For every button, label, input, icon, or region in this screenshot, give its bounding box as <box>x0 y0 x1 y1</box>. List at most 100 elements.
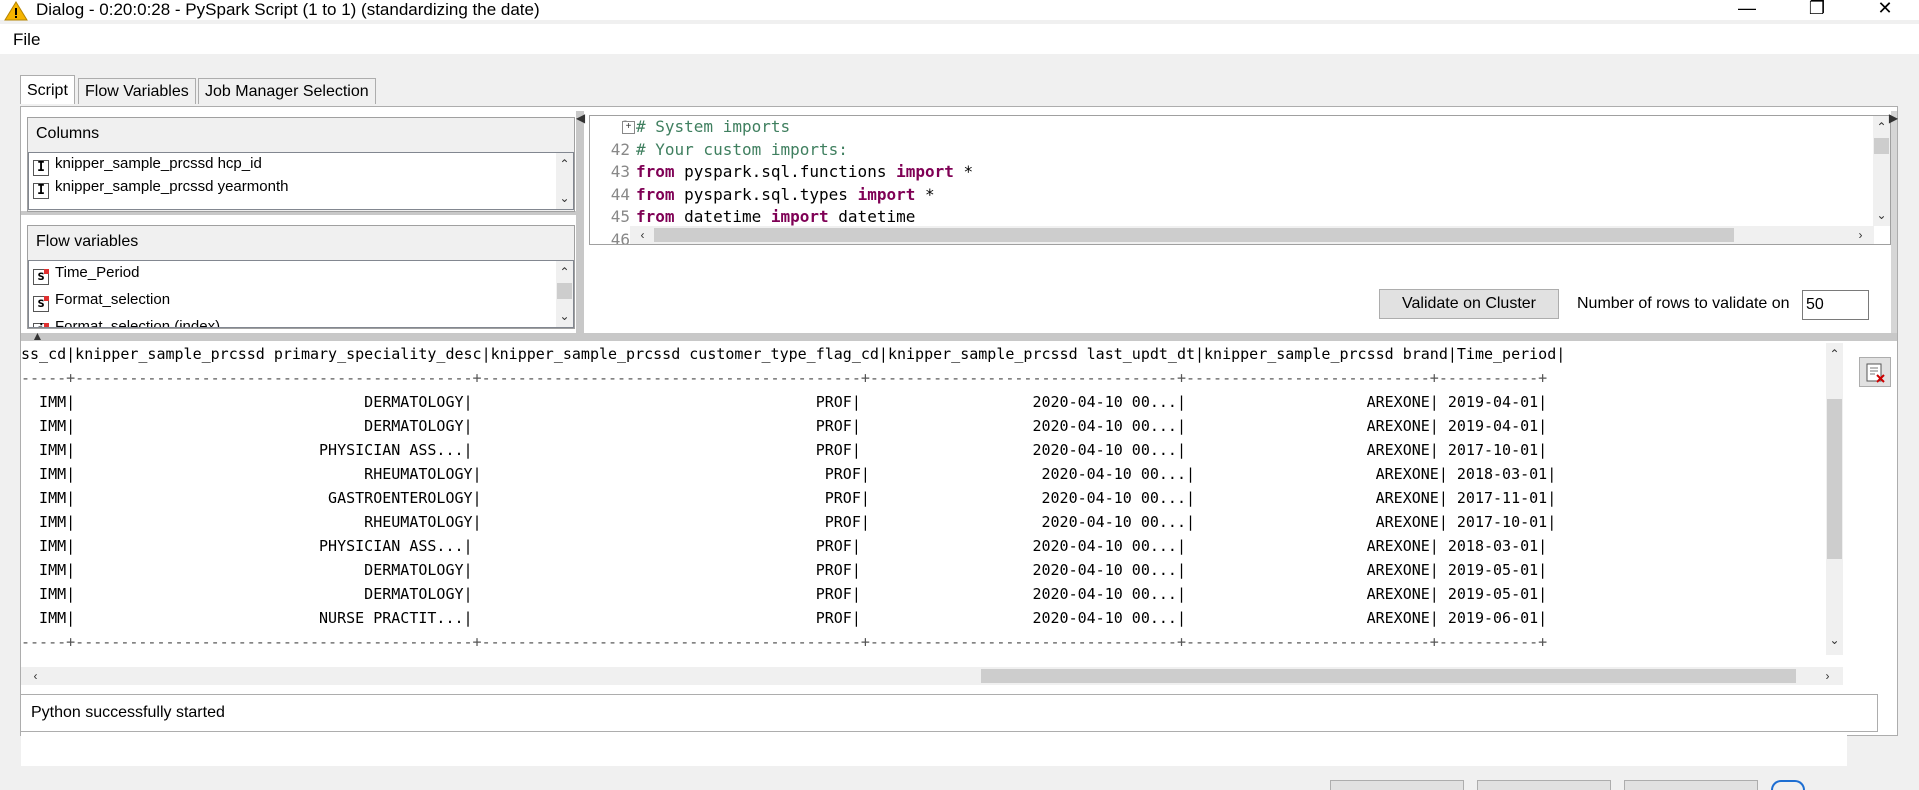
column-item-label: knipper_sample_prcssd hcp_id <box>55 155 262 172</box>
console-row: IMM| PHYSICIAN ASS...| PROF| 2020-04-10 … <box>21 537 1548 555</box>
column-item[interactable]: Iknipper_sample_prcssd hcp_id <box>33 153 262 176</box>
flow-variable-item[interactable]: i Format_selection (index) <box>33 316 221 328</box>
scroll-up-icon[interactable]: ⌃ <box>556 157 573 171</box>
flow-variables-group: Flow variables s Time_Period s Format_sele… <box>27 225 575 329</box>
flow-variable-label: Format_selection <box>55 291 171 308</box>
columns-group: Columns Iknipper_sample_prcssd hcp_id Ik… <box>27 117 575 212</box>
line-number: 44 <box>610 184 630 204</box>
scroll-thumb[interactable] <box>981 669 1796 683</box>
console-row: IMM| DERMATOLOGY| PROF| 2020-04-10 00...… <box>21 561 1548 579</box>
console-hscrollbar[interactable]: ‹ › <box>21 667 1843 685</box>
code-token: datetime <box>674 207 771 227</box>
columns-list: Iknipper_sample_prcssd hcp_id Iknipper_s… <box>28 152 574 210</box>
code-line: 43 from pyspark.sql.functions import * <box>590 161 973 183</box>
code-token: from <box>636 207 675 227</box>
line-number: 43 <box>610 162 630 182</box>
fold-expand-icon[interactable]: + <box>622 121 635 134</box>
code-editor[interactable]: 1# System imports42 # Your custom imports… <box>589 115 1891 245</box>
console-vscrollbar[interactable]: ⌃ ⌄ <box>1826 343 1843 655</box>
flow-variable-item[interactable]: s Format_selection <box>33 289 171 312</box>
close-button[interactable]: ✕ <box>1862 0 1908 20</box>
console-row: IMM| RHEUMATOLOGY| PROF| 2020-04-10 00..… <box>21 513 1557 531</box>
console-row: IMM| PHYSICIAN ASS...| PROF| 2020-04-10 … <box>21 441 1548 459</box>
menu-bar: File <box>0 24 1919 54</box>
flow-variable-label: Time_Period <box>55 264 140 281</box>
string-column-icon: I <box>33 160 49 176</box>
console-separator: -----+----------------------------------… <box>21 369 1548 387</box>
scroll-left-icon[interactable]: ‹ <box>634 228 651 242</box>
splitter-up-arrow-icon[interactable]: ▲ <box>29 329 46 343</box>
code-line: 44 from pyspark.sql.types import * <box>590 184 935 206</box>
apply-button[interactable] <box>1477 780 1611 790</box>
console-row: IMM| DERMATOLOGY| PROF| 2020-04-10 00...… <box>21 417 1548 435</box>
code-token: * <box>953 162 974 182</box>
code-line: 1# System imports <box>590 116 790 138</box>
console-row: IMM| DERMATOLOGY| PROF| 2020-04-10 00...… <box>21 393 1548 411</box>
scroll-left-icon[interactable]: ‹ <box>27 669 44 683</box>
scroll-thumb[interactable] <box>1874 138 1889 154</box>
status-bar: Python successfully started <box>20 694 1878 732</box>
console-row: IMM| DERMATOLOGY| PROF| 2020-04-10 00...… <box>21 585 1548 603</box>
scroll-down-icon[interactable]: ⌄ <box>1826 633 1843 647</box>
flow-variables-title: Flow variables <box>36 233 139 250</box>
scroll-thumb[interactable] <box>654 228 1734 242</box>
scroll-right-icon[interactable]: › <box>1819 669 1836 683</box>
code-token: from <box>636 184 675 204</box>
tab-flow-variables[interactable]: Flow Variables <box>78 78 196 104</box>
scroll-thumb[interactable] <box>1827 399 1842 559</box>
cancel-button[interactable] <box>1624 780 1758 790</box>
rows-to-validate-label: Number of rows to validate on <box>1577 295 1790 312</box>
console-row: IMM| RHEUMATOLOGY| PROF| 2020-04-10 00..… <box>21 465 1557 483</box>
column-item-label: knipper_sample_prcssd yearmonth <box>55 178 289 195</box>
string-variable-icon: s <box>33 269 49 285</box>
console-row: IMM| GASTROENTEROLOGY| PROF| 2020-04-10 … <box>21 489 1557 507</box>
scroll-up-icon[interactable]: ⌃ <box>1826 347 1843 361</box>
validate-on-cluster-button[interactable]: Validate on Cluster <box>1379 289 1559 319</box>
scroll-down-icon[interactable]: ⌄ <box>1873 208 1890 222</box>
scroll-up-icon[interactable]: ⌃ <box>556 265 573 279</box>
tab-script[interactable]: Script <box>20 75 75 104</box>
code-token: * <box>915 184 935 204</box>
splitter-right-arrow-icon[interactable]: ▶ <box>1885 111 1902 125</box>
flow-variable-item[interactable]: s Time_Period <box>33 262 140 285</box>
tab-job-manager-selection[interactable]: Job Manager Selection <box>198 78 376 104</box>
scroll-right-icon[interactable]: › <box>1852 228 1869 242</box>
vertical-splitter[interactable]: ◀ <box>576 111 585 333</box>
right-splitter[interactable]: ▶ <box>1889 111 1898 333</box>
code-token: datetime <box>828 207 916 227</box>
flow-variable-label: Format_selection (index) <box>55 318 221 328</box>
columns-scrollbar[interactable]: ⌃ ⌄ <box>556 153 573 209</box>
string-column-icon: I <box>33 183 49 199</box>
column-item[interactable]: Iknipper_sample_prcssd yearmonth <box>33 176 289 199</box>
integer-variable-icon: i <box>33 323 49 327</box>
scroll-thumb[interactable] <box>557 283 572 299</box>
code-token: pyspark.sql.functions <box>674 162 897 182</box>
columns-title: Columns <box>36 125 100 142</box>
editor-hscrollbar[interactable]: ‹ › <box>630 226 1874 244</box>
scroll-down-icon[interactable]: ⌄ <box>556 191 573 205</box>
horizontal-splitter[interactable]: ▲ <box>21 329 1897 343</box>
code-token: import <box>770 207 829 227</box>
flow-variables-scrollbar[interactable]: ⌃ ⌄ <box>556 261 573 327</box>
ok-button[interactable] <box>1330 780 1464 790</box>
rows-to-validate-input[interactable]: 50 <box>1802 290 1869 320</box>
help-icon[interactable] <box>1771 780 1805 790</box>
console-header: ss_cd|knipper_sample_prcssd primary_spec… <box>21 345 1566 363</box>
console-separator: -----+----------------------------------… <box>21 633 1548 651</box>
minimize-button[interactable]: — <box>1724 0 1770 20</box>
title-bar: Dialog - 0:20:0:28 - PySpark Script (1 t… <box>0 0 1919 21</box>
code-token: # System imports <box>636 117 791 136</box>
clear-console-icon <box>1866 363 1885 383</box>
script-panel: ◀ ▲ Columns Iknipper_sample_prcssd hcp_i… <box>20 106 1898 766</box>
restore-button[interactable]: ❐ <box>1794 0 1840 20</box>
scroll-down-icon[interactable]: ⌄ <box>556 309 573 323</box>
window-title: Dialog - 0:20:0:28 - PySpark Script (1 t… <box>36 0 540 19</box>
clear-console-button[interactable] <box>1859 357 1891 387</box>
flow-variables-list: s Time_Period s Format_selection i Format_s… <box>28 260 574 328</box>
menu-file[interactable]: File <box>13 30 40 50</box>
code-token: import <box>857 184 916 204</box>
editor-vscrollbar[interactable]: ⌃ ⌄ <box>1873 116 1890 226</box>
code-token: import <box>896 162 954 182</box>
line-number: 42 <box>610 139 630 159</box>
console-row: IMM| NURSE PRACTIT...| PROF| 2020-04-10 … <box>21 609 1548 627</box>
